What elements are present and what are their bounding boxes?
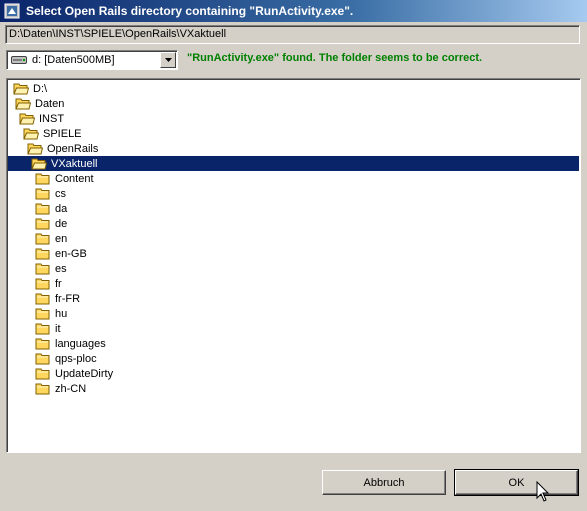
folder-icon bbox=[35, 338, 50, 350]
tree-node-label: zh-CN bbox=[55, 382, 87, 395]
tree-node-label: it bbox=[55, 322, 61, 335]
tree-node-label: SPIELE bbox=[43, 127, 82, 140]
tree-node[interactable]: fr bbox=[35, 276, 63, 291]
tree-node[interactable]: es bbox=[35, 261, 68, 276]
folder-tree[interactable]: D:\ Daten INST SPIELE OpenRails VXaktuell Cont… bbox=[6, 78, 581, 453]
folder-icon bbox=[35, 278, 50, 290]
tree-node-label: fr-FR bbox=[55, 292, 81, 305]
folder-open-icon bbox=[13, 83, 29, 95]
title-bar[interactable]: Select Open Rails directory containing "… bbox=[0, 0, 587, 22]
drive-select[interactable]: d: [Daten500MB] bbox=[6, 50, 178, 70]
tree-node-label: en bbox=[55, 232, 68, 245]
mouse-cursor-icon bbox=[536, 481, 550, 502]
tree-node-label: Content bbox=[55, 172, 94, 185]
folder-open-icon bbox=[27, 143, 43, 155]
folder-select-dialog: Select Open Rails directory containing "… bbox=[0, 0, 587, 511]
folder-icon bbox=[35, 188, 50, 200]
folder-icon bbox=[35, 353, 50, 365]
window-title: Select Open Rails directory containing "… bbox=[26, 4, 354, 18]
tree-node-label: cs bbox=[55, 187, 66, 200]
folder-icon bbox=[35, 308, 50, 320]
tree-node[interactable]: Content bbox=[35, 171, 95, 186]
folder-open-icon bbox=[31, 158, 47, 170]
app-icon bbox=[4, 3, 20, 19]
folder-icon bbox=[35, 173, 50, 185]
folder-icon bbox=[35, 323, 50, 335]
tree-node[interactable]: cs bbox=[35, 186, 67, 201]
folder-icon bbox=[35, 233, 50, 245]
tree-node-label: es bbox=[55, 262, 67, 275]
tree-node-label: en-GB bbox=[55, 247, 87, 260]
folder-open-icon bbox=[19, 113, 35, 125]
folder-icon bbox=[35, 368, 50, 380]
folder-open-icon bbox=[23, 128, 39, 140]
tree-node[interactable]: en-GB bbox=[35, 246, 88, 261]
folder-icon bbox=[35, 218, 50, 230]
status-message: "RunActivity.exe" found. The folder seem… bbox=[187, 52, 483, 64]
tree-node-label: UpdateDirty bbox=[55, 367, 114, 380]
tree-node[interactable]: en bbox=[35, 231, 68, 246]
ok-button[interactable]: OK bbox=[454, 469, 579, 496]
tree-node-label: INST bbox=[39, 112, 65, 125]
chevron-down-icon bbox=[164, 58, 172, 62]
tree-node-label: hu bbox=[55, 307, 68, 320]
tree-node-label: da bbox=[55, 202, 68, 215]
folder-icon bbox=[35, 383, 50, 395]
tree-node[interactable]: it bbox=[35, 321, 62, 336]
tree-node[interactable]: fr-FR bbox=[35, 291, 81, 306]
drive-dropdown-button[interactable] bbox=[160, 52, 176, 68]
folder-icon bbox=[35, 248, 50, 260]
selected-path-field: D:\Daten\INST\SPIELE\OpenRails\VXaktuell bbox=[5, 25, 580, 44]
hard-drive-icon bbox=[11, 56, 27, 64]
tree-node[interactable]: OpenRails bbox=[27, 141, 99, 156]
tree-node[interactable]: da bbox=[35, 201, 68, 216]
folder-icon bbox=[35, 293, 50, 305]
tree-node[interactable]: Daten bbox=[15, 96, 65, 111]
tree-node-label: VXaktuell bbox=[51, 157, 98, 170]
cancel-button[interactable]: Abbruch bbox=[322, 470, 446, 495]
folder-icon bbox=[35, 203, 50, 215]
tree-node[interactable]: INST bbox=[19, 111, 65, 126]
tree-node-label: Daten bbox=[35, 97, 65, 110]
tree-node[interactable]: qps-ploc bbox=[35, 351, 98, 366]
tree-node-label: languages bbox=[55, 337, 106, 350]
tree-node-label: fr bbox=[55, 277, 62, 290]
drive-select-value: d: [Daten500MB] bbox=[32, 54, 115, 66]
tree-node-label: OpenRails bbox=[47, 142, 99, 155]
tree-node[interactable]: zh-CN bbox=[35, 381, 87, 396]
folder-icon bbox=[35, 263, 50, 275]
tree-node[interactable]: hu bbox=[35, 306, 68, 321]
tree-node-label: D:\ bbox=[33, 82, 48, 95]
tree-node-label: qps-ploc bbox=[55, 352, 97, 365]
tree-node[interactable]: D:\ bbox=[13, 81, 48, 96]
tree-node[interactable]: SPIELE bbox=[23, 126, 83, 141]
tree-node[interactable]: UpdateDirty bbox=[35, 366, 114, 381]
tree-node-label: de bbox=[55, 217, 68, 230]
tree-node[interactable]: languages bbox=[35, 336, 107, 351]
tree-node[interactable]: de bbox=[35, 216, 68, 231]
tree-node[interactable]: VXaktuell bbox=[31, 156, 98, 171]
folder-open-icon bbox=[15, 98, 31, 110]
